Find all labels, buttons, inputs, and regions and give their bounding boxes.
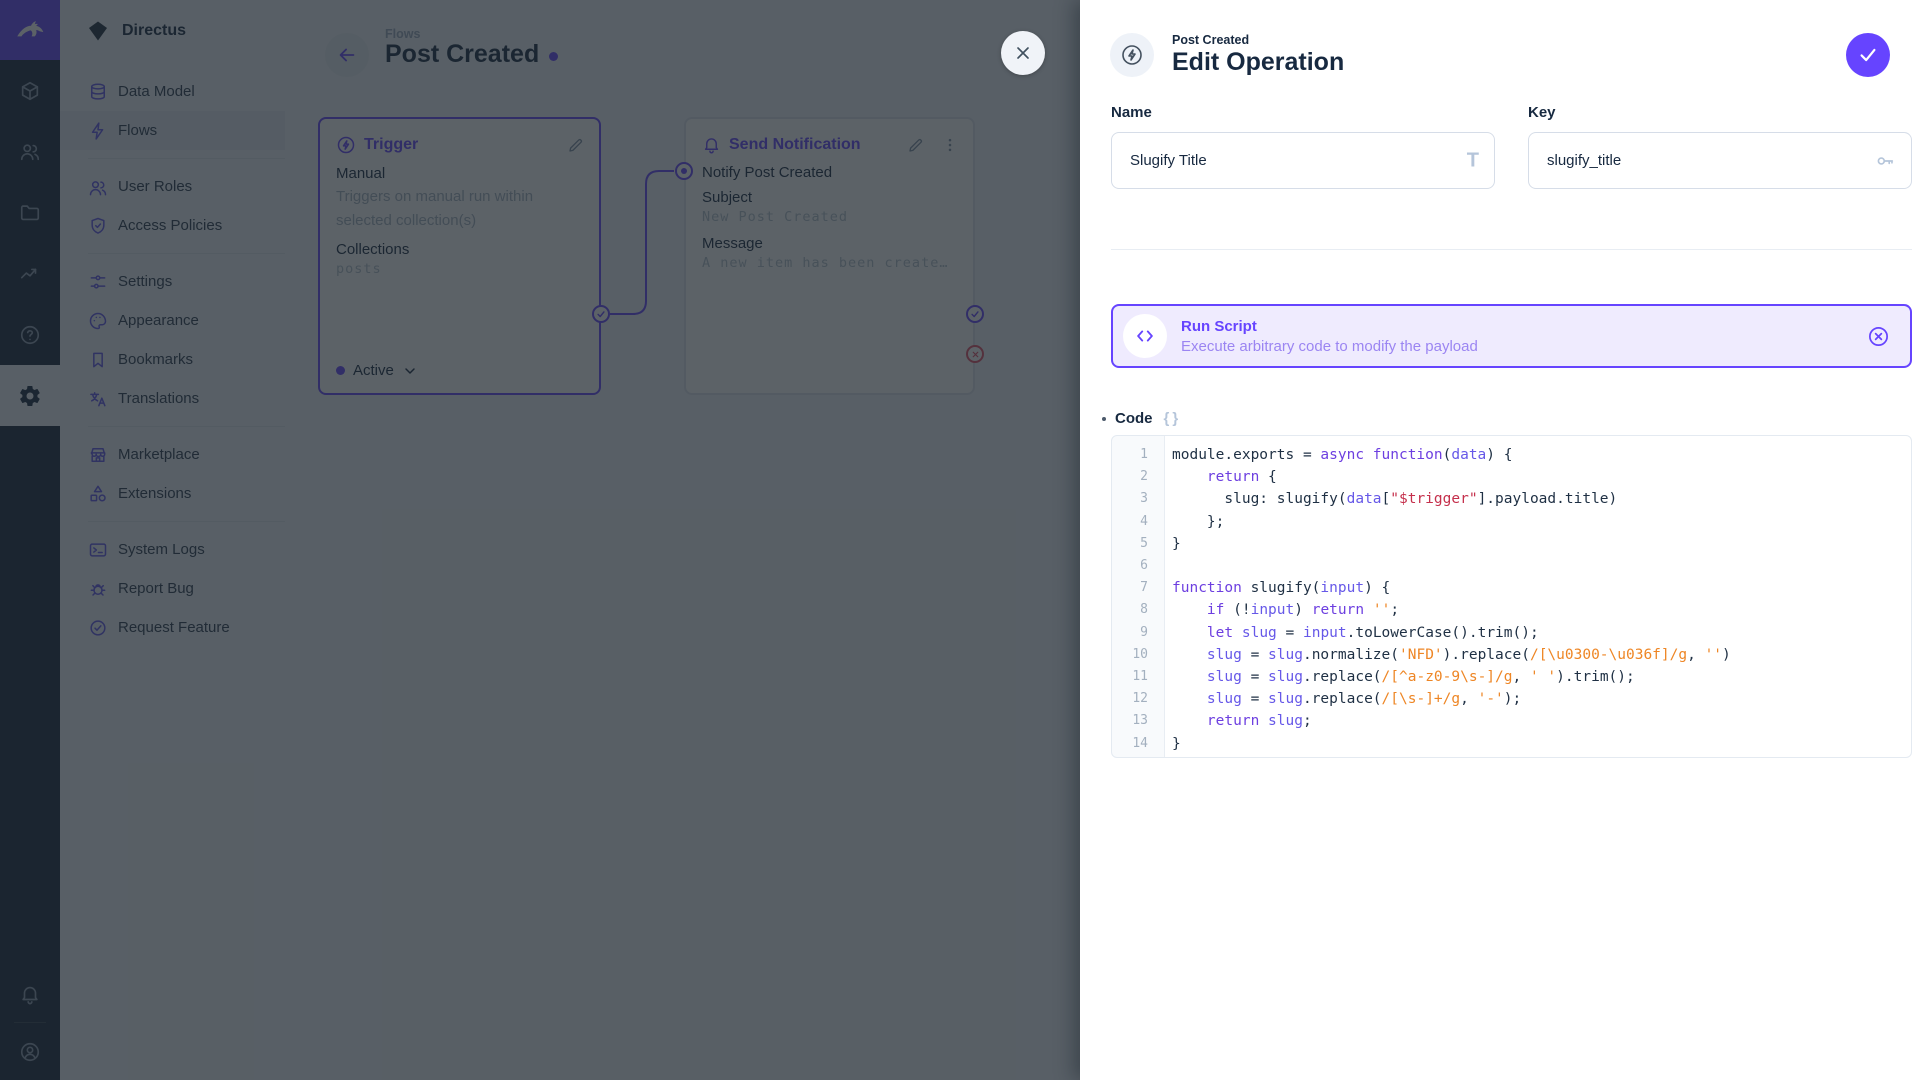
edit-operation-drawer: Post Created Edit Operation Name T Key (1080, 0, 1920, 1080)
code-line: 12 slug = slug.replace(/[\s-]+/g, '-'); (1112, 688, 1911, 710)
key-icon (1874, 150, 1896, 172)
code-line: 9 let slug = input.toLowerCase().trim(); (1112, 622, 1911, 644)
edited-dot (1102, 417, 1106, 421)
code-line: 4 }; (1112, 511, 1911, 533)
operation-bolt-icon (1110, 33, 1154, 77)
code-line: 8 if (!input) return ''; (1112, 599, 1911, 621)
drawer-title: Edit Operation (1172, 48, 1920, 77)
operation-type-title: Run Script (1181, 318, 1853, 335)
section-divider (1111, 249, 1912, 250)
line-number: 2 (1112, 466, 1156, 488)
code-line: 14} (1112, 733, 1911, 755)
braces-icon: {} (1164, 410, 1182, 427)
key-input[interactable] (1528, 132, 1912, 189)
drawer-breadcrumb: Post Created (1172, 33, 1920, 47)
key-label: Key (1528, 104, 1912, 121)
code-line: 6 (1112, 555, 1911, 577)
line-number: 6 (1112, 555, 1156, 577)
line-number: 1 (1112, 444, 1156, 466)
code-line: 13 return slug; (1112, 710, 1911, 732)
close-icon (1013, 43, 1033, 63)
line-number: 3 (1112, 488, 1156, 510)
code-line: 11 slug = slug.replace(/[^a-z0-9\s-]/g, … (1112, 666, 1911, 688)
code-icon (1123, 314, 1167, 358)
drawer-overlay[interactable] (0, 0, 1080, 1080)
operation-type-subtitle: Execute arbitrary code to modify the pay… (1181, 338, 1853, 355)
code-line: 7function slugify(input) { (1112, 577, 1911, 599)
close-drawer-button[interactable] (1001, 31, 1045, 75)
code-line: 3 slug: slugify(data["$trigger"].payload… (1112, 488, 1911, 510)
line-number: 7 (1112, 577, 1156, 599)
app: Directus Data ModelFlowsUser RolesAccess… (0, 0, 1920, 1080)
line-number: 14 (1112, 733, 1156, 755)
name-label: Name (1111, 104, 1495, 121)
line-number: 4 (1112, 511, 1156, 533)
code-line: 1module.exports = async function(data) { (1112, 444, 1911, 466)
code-line: 5} (1112, 533, 1911, 555)
name-input[interactable] (1111, 132, 1495, 189)
line-number: 13 (1112, 710, 1156, 732)
code-editor[interactable]: 1module.exports = async function(data) {… (1111, 435, 1912, 758)
code-line: 10 slug = slug.normalize('NFD').replace(… (1112, 644, 1911, 666)
deselect-operation-button[interactable] (1867, 325, 1890, 348)
line-number: 11 (1112, 666, 1156, 688)
line-number: 5 (1112, 533, 1156, 555)
operation-type-banner[interactable]: Run Script Execute arbitrary code to mod… (1111, 304, 1912, 368)
save-button[interactable] (1846, 33, 1890, 77)
line-number: 9 (1112, 622, 1156, 644)
line-number: 12 (1112, 688, 1156, 710)
code-line: 2 return { (1112, 466, 1911, 488)
line-number: 8 (1112, 599, 1156, 621)
code-field-label: Code (1115, 410, 1153, 427)
title-formatter-icon: T (1467, 149, 1479, 172)
line-number: 10 (1112, 644, 1156, 666)
